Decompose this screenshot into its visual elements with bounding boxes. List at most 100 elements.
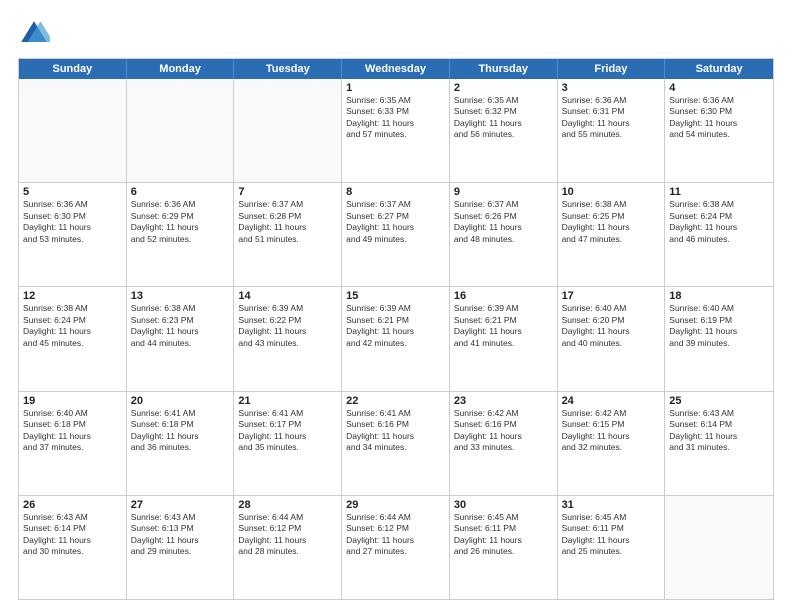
calendar-day-20: 20Sunrise: 6:41 AM Sunset: 6:18 PM Dayli… [127,392,235,495]
calendar-day-24: 24Sunrise: 6:42 AM Sunset: 6:15 PM Dayli… [558,392,666,495]
day-number: 5 [23,186,122,198]
header-day-friday: Friday [558,59,666,79]
day-info: Sunrise: 6:38 AM Sunset: 6:25 PM Dayligh… [562,199,661,245]
day-info: Sunrise: 6:40 AM Sunset: 6:19 PM Dayligh… [669,303,769,349]
calendar-day-6: 6Sunrise: 6:36 AM Sunset: 6:29 PM Daylig… [127,183,235,286]
day-info: Sunrise: 6:36 AM Sunset: 6:29 PM Dayligh… [131,199,230,245]
calendar-day-18: 18Sunrise: 6:40 AM Sunset: 6:19 PM Dayli… [665,287,773,390]
day-info: Sunrise: 6:37 AM Sunset: 6:27 PM Dayligh… [346,199,445,245]
header-day-tuesday: Tuesday [234,59,342,79]
day-number: 13 [131,290,230,302]
calendar-day-17: 17Sunrise: 6:40 AM Sunset: 6:20 PM Dayli… [558,287,666,390]
day-info: Sunrise: 6:35 AM Sunset: 6:32 PM Dayligh… [454,95,553,141]
calendar-day-9: 9Sunrise: 6:37 AM Sunset: 6:26 PM Daylig… [450,183,558,286]
day-number: 7 [238,186,337,198]
day-number: 31 [562,499,661,511]
calendar-day-21: 21Sunrise: 6:41 AM Sunset: 6:17 PM Dayli… [234,392,342,495]
day-info: Sunrise: 6:45 AM Sunset: 6:11 PM Dayligh… [562,512,661,558]
day-number: 26 [23,499,122,511]
day-number: 18 [669,290,769,302]
calendar-day-13: 13Sunrise: 6:38 AM Sunset: 6:23 PM Dayli… [127,287,235,390]
header-day-wednesday: Wednesday [342,59,450,79]
day-number: 3 [562,82,661,94]
calendar-day-26: 26Sunrise: 6:43 AM Sunset: 6:14 PM Dayli… [19,496,127,599]
calendar-day-5: 5Sunrise: 6:36 AM Sunset: 6:30 PM Daylig… [19,183,127,286]
day-number: 29 [346,499,445,511]
day-number: 28 [238,499,337,511]
calendar-day-10: 10Sunrise: 6:38 AM Sunset: 6:25 PM Dayli… [558,183,666,286]
calendar-day-29: 29Sunrise: 6:44 AM Sunset: 6:12 PM Dayli… [342,496,450,599]
day-info: Sunrise: 6:39 AM Sunset: 6:21 PM Dayligh… [346,303,445,349]
calendar-day-empty [665,496,773,599]
day-info: Sunrise: 6:43 AM Sunset: 6:14 PM Dayligh… [23,512,122,558]
day-info: Sunrise: 6:36 AM Sunset: 6:30 PM Dayligh… [23,199,122,245]
calendar-day-7: 7Sunrise: 6:37 AM Sunset: 6:28 PM Daylig… [234,183,342,286]
calendar-day-1: 1Sunrise: 6:35 AM Sunset: 6:33 PM Daylig… [342,79,450,182]
day-number: 9 [454,186,553,198]
day-number: 4 [669,82,769,94]
calendar-day-4: 4Sunrise: 6:36 AM Sunset: 6:30 PM Daylig… [665,79,773,182]
day-info: Sunrise: 6:41 AM Sunset: 6:16 PM Dayligh… [346,408,445,454]
calendar-day-3: 3Sunrise: 6:36 AM Sunset: 6:31 PM Daylig… [558,79,666,182]
day-number: 25 [669,395,769,407]
day-info: Sunrise: 6:36 AM Sunset: 6:31 PM Dayligh… [562,95,661,141]
day-number: 17 [562,290,661,302]
day-info: Sunrise: 6:44 AM Sunset: 6:12 PM Dayligh… [346,512,445,558]
day-info: Sunrise: 6:45 AM Sunset: 6:11 PM Dayligh… [454,512,553,558]
day-number: 15 [346,290,445,302]
logo [18,18,54,50]
calendar: SundayMondayTuesdayWednesdayThursdayFrid… [18,58,774,600]
calendar-week-5: 26Sunrise: 6:43 AM Sunset: 6:14 PM Dayli… [19,496,773,599]
day-number: 6 [131,186,230,198]
day-number: 22 [346,395,445,407]
day-info: Sunrise: 6:40 AM Sunset: 6:18 PM Dayligh… [23,408,122,454]
header-day-saturday: Saturday [665,59,773,79]
calendar-day-28: 28Sunrise: 6:44 AM Sunset: 6:12 PM Dayli… [234,496,342,599]
calendar-day-empty [234,79,342,182]
day-number: 12 [23,290,122,302]
calendar-day-19: 19Sunrise: 6:40 AM Sunset: 6:18 PM Dayli… [19,392,127,495]
header-day-monday: Monday [127,59,235,79]
calendar-day-22: 22Sunrise: 6:41 AM Sunset: 6:16 PM Dayli… [342,392,450,495]
day-info: Sunrise: 6:35 AM Sunset: 6:33 PM Dayligh… [346,95,445,141]
calendar-week-4: 19Sunrise: 6:40 AM Sunset: 6:18 PM Dayli… [19,392,773,496]
day-number: 10 [562,186,661,198]
calendar-day-empty [19,79,127,182]
header-day-sunday: Sunday [19,59,127,79]
day-number: 23 [454,395,553,407]
day-info: Sunrise: 6:41 AM Sunset: 6:17 PM Dayligh… [238,408,337,454]
day-number: 8 [346,186,445,198]
day-info: Sunrise: 6:40 AM Sunset: 6:20 PM Dayligh… [562,303,661,349]
calendar-day-16: 16Sunrise: 6:39 AM Sunset: 6:21 PM Dayli… [450,287,558,390]
logo-icon [18,18,50,50]
day-number: 27 [131,499,230,511]
day-info: Sunrise: 6:44 AM Sunset: 6:12 PM Dayligh… [238,512,337,558]
day-info: Sunrise: 6:42 AM Sunset: 6:15 PM Dayligh… [562,408,661,454]
day-info: Sunrise: 6:43 AM Sunset: 6:14 PM Dayligh… [669,408,769,454]
day-number: 21 [238,395,337,407]
day-number: 2 [454,82,553,94]
day-info: Sunrise: 6:38 AM Sunset: 6:24 PM Dayligh… [23,303,122,349]
day-info: Sunrise: 6:43 AM Sunset: 6:13 PM Dayligh… [131,512,230,558]
day-number: 20 [131,395,230,407]
day-number: 24 [562,395,661,407]
header-day-thursday: Thursday [450,59,558,79]
calendar-day-2: 2Sunrise: 6:35 AM Sunset: 6:32 PM Daylig… [450,79,558,182]
day-info: Sunrise: 6:42 AM Sunset: 6:16 PM Dayligh… [454,408,553,454]
day-info: Sunrise: 6:39 AM Sunset: 6:22 PM Dayligh… [238,303,337,349]
calendar-day-14: 14Sunrise: 6:39 AM Sunset: 6:22 PM Dayli… [234,287,342,390]
day-info: Sunrise: 6:37 AM Sunset: 6:28 PM Dayligh… [238,199,337,245]
calendar-day-31: 31Sunrise: 6:45 AM Sunset: 6:11 PM Dayli… [558,496,666,599]
calendar-day-11: 11Sunrise: 6:38 AM Sunset: 6:24 PM Dayli… [665,183,773,286]
calendar-day-empty [127,79,235,182]
day-info: Sunrise: 6:39 AM Sunset: 6:21 PM Dayligh… [454,303,553,349]
calendar-body: 1Sunrise: 6:35 AM Sunset: 6:33 PM Daylig… [19,79,773,599]
day-number: 14 [238,290,337,302]
calendar-day-15: 15Sunrise: 6:39 AM Sunset: 6:21 PM Dayli… [342,287,450,390]
day-info: Sunrise: 6:38 AM Sunset: 6:23 PM Dayligh… [131,303,230,349]
calendar-day-30: 30Sunrise: 6:45 AM Sunset: 6:11 PM Dayli… [450,496,558,599]
calendar-day-27: 27Sunrise: 6:43 AM Sunset: 6:13 PM Dayli… [127,496,235,599]
calendar-week-3: 12Sunrise: 6:38 AM Sunset: 6:24 PM Dayli… [19,287,773,391]
day-number: 1 [346,82,445,94]
day-info: Sunrise: 6:38 AM Sunset: 6:24 PM Dayligh… [669,199,769,245]
